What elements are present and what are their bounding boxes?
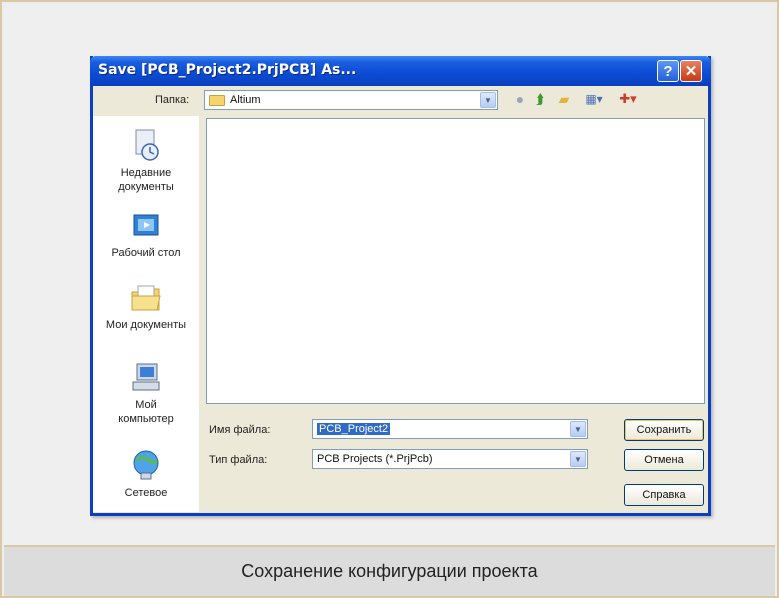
screenshot-panel: Save [PCB_Project2.PrjPCB] As... ? ✕ Пап…	[4, 4, 775, 547]
place-label: Сетевое	[124, 487, 168, 499]
filename-value: PCB_Project2	[317, 423, 391, 435]
filetype-label: Тип файла:	[209, 454, 268, 466]
filetype-value: PCB Projects (*.PrjPcb)	[317, 453, 433, 465]
back-icon[interactable]: ●	[511, 90, 529, 108]
place-desktop[interactable]: Рабочий стол	[93, 212, 199, 260]
places-bar: Недавние документы Рабочий стол Мои доку…	[93, 116, 199, 512]
place-label: Мои документы	[105, 319, 187, 331]
folder-value: Altium	[230, 94, 261, 106]
tools-menu-icon[interactable]: ✚▾	[615, 90, 641, 108]
recent-documents-icon	[135, 129, 159, 161]
chevron-down-icon[interactable]: ▼	[570, 421, 586, 437]
folder-label: Папка:	[155, 94, 190, 106]
filetype-select[interactable]: PCB Projects (*.PrjPcb) ▼	[312, 449, 588, 469]
title-close-button[interactable]: ✕	[680, 60, 702, 82]
figure-caption: Сохранение конфигурации проекта	[4, 547, 775, 596]
cancel-button[interactable]: Отмена	[624, 449, 704, 471]
place-label: Рабочий стол	[111, 247, 181, 259]
dialog-titlebar[interactable]: Save [PCB_Project2.PrjPCB] As... ? ✕	[90, 56, 711, 86]
file-list[interactable]	[206, 118, 705, 404]
save-button[interactable]: Сохранить	[624, 419, 704, 441]
place-network[interactable]: Сетевое	[93, 448, 199, 500]
help-button[interactable]: Справка	[624, 484, 704, 506]
new-folder-icon[interactable]: ▰	[555, 90, 573, 108]
filename-label: Имя файла:	[209, 424, 271, 436]
figure-frame: Save [PCB_Project2.PrjPCB] As... ? ✕ Пап…	[0, 0, 779, 598]
my-documents-icon	[131, 285, 161, 311]
network-icon	[133, 450, 159, 480]
my-computer-icon	[132, 363, 160, 391]
folder-select[interactable]: Altium ▼	[204, 90, 498, 110]
place-label: Мой компьютер	[118, 399, 174, 425]
place-recent-documents[interactable]: Недавние документы	[93, 128, 199, 194]
dialog-title: Save [PCB_Project2.PrjPCB] As...	[98, 62, 357, 78]
place-label: Недавние документы	[118, 167, 174, 193]
view-menu-icon[interactable]: ▦▾	[581, 90, 607, 108]
title-help-button[interactable]: ?	[657, 60, 679, 82]
desktop-icon	[133, 214, 159, 236]
chevron-down-icon[interactable]: ▼	[570, 451, 586, 467]
place-my-documents[interactable]: Мои документы	[93, 282, 199, 332]
filename-input[interactable]: PCB_Project2 ▼	[312, 419, 588, 439]
folder-icon	[209, 94, 225, 106]
save-as-dialog: Save [PCB_Project2.PrjPCB] As... ? ✕ Пап…	[90, 56, 711, 516]
place-my-computer[interactable]: Мой компьютер	[93, 362, 199, 426]
chevron-down-icon[interactable]: ▼	[480, 92, 496, 108]
up-folder-icon[interactable]: ⮭	[531, 90, 549, 108]
